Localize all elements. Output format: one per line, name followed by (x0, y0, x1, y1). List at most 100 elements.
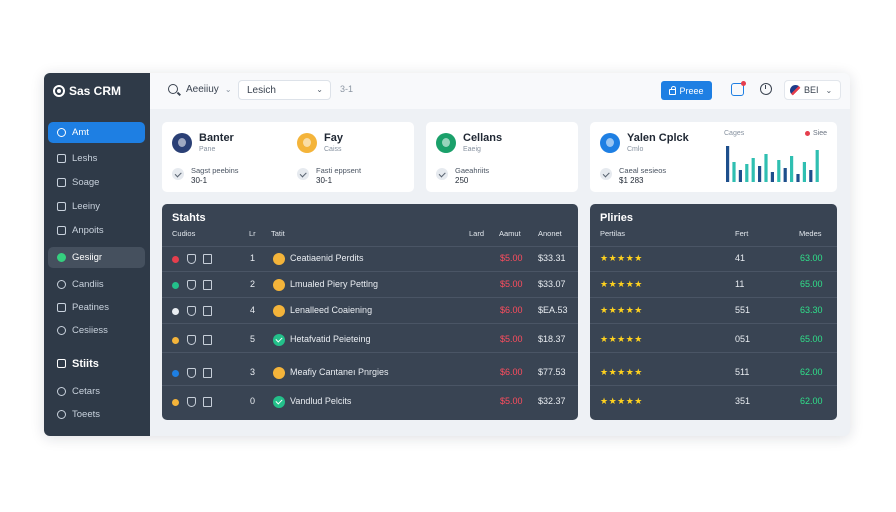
product-icon (273, 253, 285, 265)
row-number: 0 (250, 396, 256, 406)
lead-amount: $5.00 (500, 279, 523, 289)
product-name[interactable]: Lenalleed Coaiening (290, 305, 372, 315)
document-icon[interactable] (203, 397, 212, 407)
sparkline-chart (726, 146, 819, 182)
sidebar-item-5[interactable]: Gesiigr (48, 247, 145, 268)
panel-title: Stahts (172, 212, 206, 224)
sidebar-item-11[interactable]: Toeets (48, 404, 145, 425)
product-icon (273, 367, 285, 379)
divider (162, 271, 578, 272)
row-number: 351 (735, 396, 751, 406)
flag-icon (790, 84, 801, 96)
product-icon (273, 305, 285, 317)
document-icon[interactable] (203, 335, 212, 345)
shield-icon[interactable] (187, 397, 196, 407)
search-icon[interactable] (168, 84, 178, 94)
col-header-num[interactable]: Lr (249, 229, 256, 238)
table-row[interactable]: 2 Lmualed Piery Pettlng $5.00 $33.07 (162, 274, 578, 296)
col-header-metric[interactable]: Medes (799, 229, 822, 238)
lead-select[interactable]: Lesich ⌄ (238, 80, 331, 100)
sidebar-item-7[interactable]: Peatines (48, 297, 145, 318)
shield-icon[interactable] (187, 280, 196, 290)
sparkline-bar (790, 156, 794, 182)
col-header-name[interactable]: Pertilas (600, 229, 625, 238)
product-name[interactable]: Lmualed Piery Pettlng (290, 279, 378, 289)
table-row[interactable]: 0 Vandlud Pelcits $5.00 $32.37 (162, 391, 578, 413)
row-number: 11 (735, 279, 745, 289)
contact-card[interactable]: Cellans Eaeig Gaeahriits 250 (426, 122, 578, 192)
contact-metric: Caeal sesieos $1 283 (600, 166, 666, 185)
product-name[interactable]: Hetafvatid Peieteing (290, 334, 371, 344)
sparkline-bar (751, 158, 755, 182)
contact-name: Fay (324, 132, 343, 144)
sparkline-bar (745, 164, 749, 182)
sidebar-item-6[interactable]: Candiis (48, 274, 145, 295)
sparkline-title: Cages (724, 130, 745, 137)
page-meta: 3-1 (340, 84, 354, 94)
brand[interactable]: Sas CRM (53, 84, 121, 98)
product-name[interactable]: Vandlud Pelcits (290, 396, 351, 406)
col-header-lead[interactable]: Lard (469, 229, 484, 238)
document-icon[interactable] (203, 306, 212, 316)
ticket-icon (57, 410, 66, 419)
product-name[interactable]: Meafiy Cantaneı Pnrgies (290, 367, 389, 377)
metric-value: 30-1 (316, 176, 333, 185)
sidebar-item-2[interactable]: Soage (48, 172, 145, 193)
status-dot (172, 308, 179, 315)
contact-card[interactable]: Yalen Cplck Cmlo Caeal sesieos $1 283 Ca… (590, 122, 837, 192)
table-row[interactable]: 3 Meafiy Cantaneı Pnrgies $6.00 $77.53 (162, 362, 578, 384)
total-amount: $32.37 (538, 396, 566, 406)
metric-value: 62.00 (800, 367, 823, 377)
sidebar-item-1[interactable]: Leshs (48, 148, 145, 169)
table-row[interactable]: 5 Hetafvatid Peieteing $5.00 $18.37 (162, 329, 578, 351)
profiles-panel: Pliries Pertilas Fert Medes ★★★★★ 41 63.00… (590, 204, 837, 420)
contact-name: Cellans (463, 132, 503, 144)
shield-icon[interactable] (187, 368, 196, 378)
shield-icon[interactable] (187, 335, 196, 345)
document-icon[interactable] (203, 368, 212, 378)
table-row[interactable]: ★★★★★ 351 62.00 (590, 391, 837, 413)
table-row[interactable]: ★★★★★ 551 63.30 (590, 300, 837, 322)
col-header-total[interactable]: Anonet (538, 229, 562, 238)
shield-icon[interactable] (187, 306, 196, 316)
col-header-name[interactable]: Tatit (271, 229, 285, 238)
product-name[interactable]: Ceatiaenid Perdits (290, 253, 364, 263)
total-amount: $EA.53 (538, 305, 568, 315)
sidebar-item-8[interactable]: Cesiiess (48, 320, 145, 341)
table-row[interactable]: ★★★★★ 051 65.00 (590, 329, 837, 351)
contact-metric: Fasti eppsent 30-1 (297, 166, 361, 185)
sparkline-bar (732, 162, 736, 182)
sidebar-item-10[interactable]: Cetars (48, 381, 145, 402)
document-icon[interactable] (203, 280, 212, 290)
sidebar-item-0[interactable]: Amt (48, 122, 145, 143)
shield-icon[interactable] (187, 254, 196, 264)
clock-icon[interactable] (760, 83, 772, 95)
col-header-amount[interactable]: Aamut (499, 229, 521, 238)
table-row[interactable]: 1 Ceatiaenid Perdits $5.00 $33.31 (162, 248, 578, 270)
col-header-status[interactable]: Cudios (172, 229, 195, 238)
table-row[interactable]: 4 Lenalleed Coaiening $6.00 $EA.53 (162, 300, 578, 322)
col-header-num[interactable]: Fert (735, 229, 748, 238)
table-row[interactable]: ★★★★★ 511 62.00 (590, 362, 837, 384)
primary-button[interactable]: Preee (661, 81, 712, 100)
star-rating: ★★★★★ (600, 253, 643, 263)
sidebar-item-4[interactable]: Anpoits (48, 220, 145, 241)
lead-amount: $5.00 (500, 334, 523, 344)
table-row[interactable]: ★★★★★ 41 63.00 (590, 248, 837, 270)
document-icon[interactable] (203, 254, 212, 264)
sidebar-section-stats[interactable]: Stiits (48, 353, 145, 374)
users-icon (57, 326, 66, 335)
table-row[interactable]: ★★★★★ 11 65.00 (590, 274, 837, 296)
filter-dropdown[interactable]: Aeeiiuy ⌄ (186, 84, 232, 95)
sidebar-item-3[interactable]: Leeiny (48, 196, 145, 217)
sidebar-item-label: Cesiiess (72, 325, 108, 336)
row-number: 2 (250, 279, 256, 289)
status-dot (172, 370, 179, 377)
lead-amount: $6.00 (500, 305, 523, 315)
logo-icon (53, 85, 65, 97)
user-menu[interactable]: BEI ⌄ (784, 80, 841, 100)
contact-card[interactable]: Banter Pane Sagst peebins 30-1 Fay Caiss… (162, 122, 414, 192)
metric-value: 63.00 (800, 253, 823, 263)
sparkline-bar (726, 146, 730, 182)
notification-icon[interactable] (731, 81, 746, 96)
